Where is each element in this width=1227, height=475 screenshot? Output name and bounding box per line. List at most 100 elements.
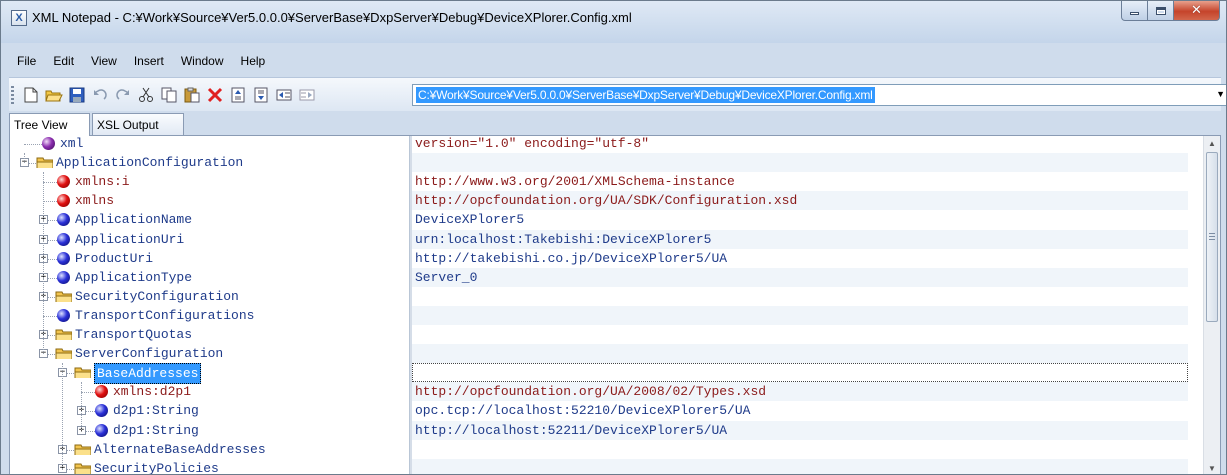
tab-xsl-output[interactable]: XSL Output: [92, 113, 184, 135]
new-button[interactable]: [19, 85, 42, 105]
tree-node-label[interactable]: ApplicationConfiguration: [56, 153, 243, 172]
nudge-right-button[interactable]: [295, 85, 318, 105]
tree-node-label[interactable]: SecurityPolicies: [94, 459, 219, 474]
tree-node-label[interactable]: ApplicationName: [75, 210, 192, 229]
save-button[interactable]: [65, 85, 88, 105]
redo-button[interactable]: [111, 85, 134, 105]
element-icon: [57, 271, 70, 284]
tree-node[interactable]: + ApplicationUri: [10, 230, 409, 249]
tree-node[interactable]: + d2p1:String: [10, 421, 409, 440]
tree-node[interactable]: + ProductUri: [10, 249, 409, 268]
node-value-cell[interactable]: DeviceXPlorer5: [412, 210, 1188, 229]
tree-node[interactable]: + SecurityPolicies: [10, 459, 409, 474]
location-combobox[interactable]: C:¥Work¥Source¥Ver5.0.0.0¥ServerBase¥Dxp…: [412, 84, 1226, 106]
copy-button[interactable]: [157, 85, 180, 105]
node-value-cell[interactable]: http://takebishi.co.jp/DeviceXPlorer5/UA: [412, 249, 1188, 268]
tree-node[interactable]: + ApplicationType: [10, 268, 409, 287]
menu-view[interactable]: View: [83, 51, 126, 73]
node-value-cell[interactable]: [412, 459, 1188, 474]
tree-node[interactable]: − BaseAddresses: [10, 363, 409, 384]
tree-node-label[interactable]: ApplicationUri: [75, 230, 184, 249]
nudge-down-button[interactable]: [249, 85, 272, 105]
menu-insert[interactable]: Insert: [126, 51, 173, 73]
node-value-cell[interactable]: http://www.w3.org/2001/XMLSchema-instanc…: [412, 172, 1188, 191]
node-value-cell[interactable]: [412, 325, 1188, 344]
scroll-up-icon[interactable]: ▲: [1208, 139, 1216, 148]
tree-node-label[interactable]: BaseAddresses: [94, 363, 202, 384]
menu-help[interactable]: Help: [233, 51, 275, 73]
tree-node[interactable]: + AlternateBaseAddresses: [10, 440, 409, 459]
cut-button[interactable]: [134, 85, 157, 105]
tree-guide-line: [81, 382, 82, 430]
node-value-cell[interactable]: [412, 440, 1188, 459]
tree-node-label[interactable]: TransportConfigurations: [75, 306, 254, 325]
tree-guide-line: [62, 363, 63, 469]
tree-node[interactable]: xmlns:i: [10, 172, 409, 191]
delete-button[interactable]: [203, 85, 226, 105]
tree-node-label[interactable]: AlternateBaseAddresses: [94, 440, 266, 459]
node-value-cell[interactable]: [412, 344, 1188, 363]
nudge-left-button[interactable]: [272, 85, 295, 105]
node-value-cell[interactable]: Server_0: [412, 268, 1188, 287]
tree-guide-line: [43, 172, 44, 354]
tree-node[interactable]: + d2p1:String: [10, 401, 409, 420]
tree-node[interactable]: + TransportQuotas: [10, 325, 409, 344]
node-value-cell[interactable]: [412, 306, 1188, 325]
tree-node[interactable]: xmlns: [10, 191, 409, 210]
element-icon: [57, 233, 70, 246]
node-values[interactable]: version="1.0" encoding="utf-8" http://www…: [412, 136, 1203, 474]
tree-view-panel: xml − ApplicationConfiguration xmlns:i xmlns…: [9, 135, 1221, 474]
maximize-button[interactable]: [1148, 1, 1174, 21]
tree-node[interactable]: + SecurityConfiguration: [10, 287, 409, 306]
tree-node[interactable]: − ServerConfiguration: [10, 344, 409, 363]
node-value-cell[interactable]: version="1.0" encoding="utf-8": [412, 136, 1188, 153]
node-value-cell[interactable]: [412, 153, 1188, 172]
tree-node[interactable]: + ApplicationName: [10, 210, 409, 229]
title-bar[interactable]: X XML Notepad - C:¥Work¥Source¥Ver5.0.0.…: [1, 1, 1226, 43]
node-value-cell[interactable]: http://opcfoundation.org/UA/SDK/Configur…: [412, 191, 1188, 210]
tree-node[interactable]: xmlns:d2p1: [10, 382, 409, 401]
paste-button[interactable]: [180, 85, 203, 105]
node-value-cell[interactable]: http://opcfoundation.org/UA/2008/02/Type…: [412, 382, 1188, 401]
node-value-cell[interactable]: [412, 287, 1188, 306]
tree-node[interactable]: − ApplicationConfiguration: [10, 153, 409, 172]
menu-file[interactable]: File: [9, 51, 45, 73]
tree-node-label[interactable]: d2p1:String: [113, 421, 199, 440]
tree-node-label[interactable]: xmlns: [75, 191, 114, 210]
node-value-cell[interactable]: [412, 363, 1188, 382]
open-button[interactable]: [42, 85, 65, 105]
minimize-button[interactable]: [1121, 1, 1148, 21]
tree-node-label[interactable]: xmlns:d2p1: [113, 382, 191, 401]
tree-node[interactable]: TransportConfigurations: [10, 306, 409, 325]
tree-connector: [43, 316, 57, 317]
nudge-up-button[interactable]: [226, 85, 249, 105]
tree-connector: [81, 392, 95, 393]
chevron-down-icon[interactable]: ▼: [1216, 89, 1225, 99]
tree-node-label[interactable]: ProductUri: [75, 249, 153, 268]
menu-window[interactable]: Window: [173, 51, 233, 73]
tree-node-label[interactable]: ServerConfiguration: [75, 344, 223, 363]
scrollbar-thumb[interactable]: [1206, 152, 1218, 322]
vertical-scrollbar[interactable]: ▲ ▼: [1203, 136, 1220, 474]
undo-button[interactable]: [88, 85, 111, 105]
tab-tree-view[interactable]: Tree View: [9, 113, 90, 136]
attribute-icon: [57, 175, 70, 188]
node-tree[interactable]: xml − ApplicationConfiguration xmlns:i xmlns…: [10, 136, 409, 474]
tree-node-label[interactable]: xml: [60, 136, 83, 153]
tree-node-label[interactable]: ApplicationType: [75, 268, 192, 287]
node-value-cell[interactable]: opc.tcp://localhost:52210/DeviceXPlorer5…: [412, 401, 1188, 420]
location-text[interactable]: C:¥Work¥Source¥Ver5.0.0.0¥ServerBase¥Dxp…: [416, 87, 875, 103]
node-value-cell[interactable]: urn:localhost:Takebishi:DeviceXPlorer5: [412, 230, 1188, 249]
menu-edit[interactable]: Edit: [45, 51, 83, 73]
scroll-down-icon[interactable]: ▼: [1208, 464, 1216, 473]
tree-node-label[interactable]: TransportQuotas: [75, 325, 192, 344]
node-value-cell[interactable]: http://localhost:52211/DeviceXPlorer5/UA: [412, 421, 1188, 440]
nudge-up-icon: [231, 87, 244, 103]
tree-node-label[interactable]: d2p1:String: [113, 401, 199, 420]
save-icon: [69, 87, 84, 103]
tree-node[interactable]: xml: [10, 136, 409, 153]
tree-node-label[interactable]: SecurityConfiguration: [75, 287, 239, 306]
close-button[interactable]: ✕: [1174, 1, 1220, 21]
tree-node-label[interactable]: xmlns:i: [75, 172, 130, 191]
toolbar-grip[interactable]: [11, 86, 14, 104]
